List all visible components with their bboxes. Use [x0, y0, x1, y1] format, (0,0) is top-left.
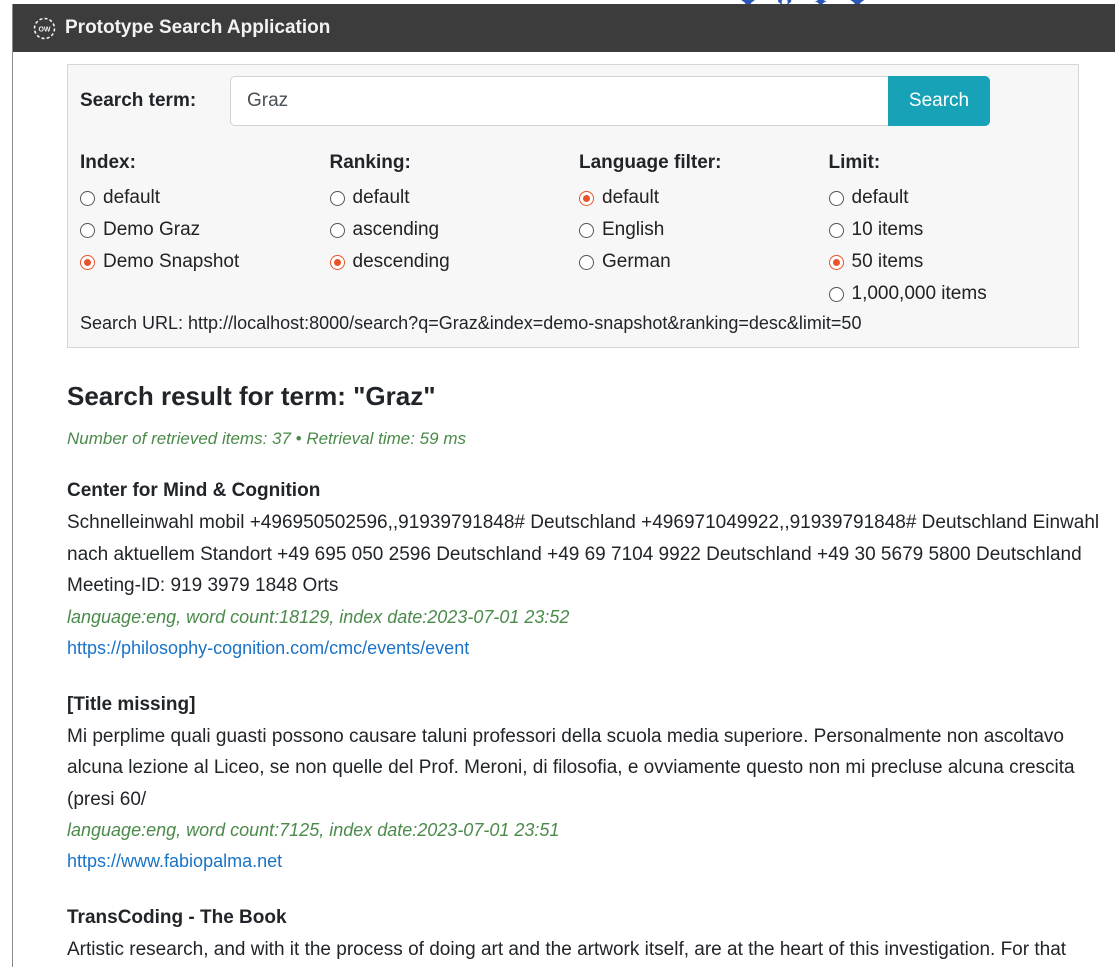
radio-icon[interactable]	[579, 254, 594, 270]
result-title: Center for Mind & Cognition	[67, 480, 321, 501]
ranking-option[interactable]: ascending	[329, 214, 580, 246]
svg-text:OW: OW	[38, 26, 50, 33]
limit-option-label: 10 items	[851, 219, 924, 240]
search-options: Index: default Demo Graz Demo Snapshot Ran…	[80, 152, 1078, 310]
language-option[interactable]: German	[579, 246, 829, 278]
result-title: [Title missing]	[67, 693, 196, 715]
ranking-options: Ranking: default ascending descending	[329, 152, 580, 310]
search-url: Search URL: http://localhost:8000/search…	[80, 313, 862, 333]
limit-label: Limit:	[828, 152, 881, 173]
result-snippet: Artistic research, and with it the proce…	[67, 939, 1067, 960]
ranking-option-label: ascending	[352, 219, 440, 240]
app-titlebar: OW Prototype Search Application	[13, 4, 1115, 52]
search-panel: Search term: Search Index: default Demo G…	[67, 64, 1079, 348]
radio-selected-icon[interactable]	[329, 254, 345, 270]
gear-logo-icon: OW	[32, 16, 57, 41]
index-label: Index:	[80, 152, 136, 173]
result-meta: language:eng, word count:7125, index dat…	[67, 820, 560, 840]
radio-icon[interactable]	[329, 222, 345, 238]
index-option-label: Demo Graz	[103, 219, 201, 240]
limit-option-label: 1,000,000 items	[851, 283, 987, 304]
index-option-label: default	[103, 187, 161, 208]
index-option-label: Demo Snapshot	[103, 251, 240, 272]
radio-icon[interactable]	[828, 190, 844, 206]
results-heading: Search result for term: "Graz"	[67, 381, 436, 411]
language-option-label: German	[602, 251, 671, 272]
language-option[interactable]: English	[579, 214, 829, 246]
result-item: Center for Mind & Cognition Schnelleinwah…	[67, 480, 1107, 664]
search-row: Search term: Search	[80, 76, 1078, 126]
index-option[interactable]: default	[80, 182, 330, 214]
result-link[interactable]: https://www.fabiopalma.net	[67, 846, 1107, 877]
language-option-label: English	[602, 219, 665, 240]
limit-options: Limit: default 10 items 50 items 1,000,000 …	[828, 152, 1079, 310]
result-item: [Title missing] Mi perplime quali guasti …	[67, 694, 1107, 878]
radio-selected-icon[interactable]	[80, 254, 95, 270]
app-window: OW Prototype Search Application Search t…	[12, 4, 1115, 967]
language-option[interactable]: default	[579, 182, 829, 214]
index-options: Index: default Demo Graz Demo Snapshot	[80, 152, 330, 310]
radio-selected-icon[interactable]	[828, 254, 844, 270]
index-option[interactable]: Demo Graz	[80, 214, 330, 246]
radio-icon[interactable]	[329, 190, 345, 206]
results-section: Search result for term: "Graz" Number of…	[67, 381, 1107, 967]
result-list: Center for Mind & Cognition Schnelleinwah…	[67, 480, 1107, 967]
result-snippet: Schnelleinwahl mobil +496950502596,,9193…	[67, 512, 1100, 596]
language-option-label: default	[602, 187, 660, 208]
result-item: TransCoding - The Book Artistic research,…	[67, 907, 1107, 967]
results-summary: Number of retrieved items: 37 • Retrieva…	[67, 429, 466, 448]
search-term-label: Search term:	[80, 90, 197, 111]
ranking-option[interactable]: default	[329, 182, 580, 214]
search-input[interactable]	[230, 76, 888, 126]
radio-icon[interactable]	[579, 222, 594, 238]
app-title: Prototype Search Application	[65, 17, 331, 38]
ranking-option[interactable]: descending	[329, 246, 580, 278]
result-snippet: Mi perplime quali guasti possono causare…	[67, 725, 1075, 810]
ranking-label: Ranking:	[329, 152, 411, 173]
search-button[interactable]: Search	[888, 76, 990, 126]
limit-option[interactable]: 10 items	[828, 214, 1079, 246]
limit-option[interactable]: 50 items	[828, 246, 1079, 278]
radio-icon[interactable]	[80, 222, 95, 238]
result-title: TransCoding - The Book	[67, 907, 287, 928]
limit-option-label: default	[851, 187, 909, 208]
result-link[interactable]: https://philosophy-cognition.com/cmc/eve…	[67, 633, 1107, 664]
language-filter-label: Language filter:	[579, 152, 722, 173]
radio-icon[interactable]	[828, 222, 844, 238]
limit-option[interactable]: 1,000,000 items	[828, 278, 1079, 310]
limit-option[interactable]: default	[828, 182, 1079, 214]
ranking-option-label: descending	[352, 251, 450, 272]
language-filter-options: Language filter: default English German	[579, 152, 829, 310]
radio-icon[interactable]	[80, 190, 95, 206]
result-meta: language:eng, word count:18129, index da…	[67, 606, 570, 627]
index-option[interactable]: Demo Snapshot	[80, 246, 330, 278]
radio-icon[interactable]	[828, 286, 844, 302]
radio-selected-icon[interactable]	[579, 190, 594, 206]
ranking-option-label: default	[352, 187, 410, 208]
limit-option-label: 50 items	[851, 251, 924, 272]
